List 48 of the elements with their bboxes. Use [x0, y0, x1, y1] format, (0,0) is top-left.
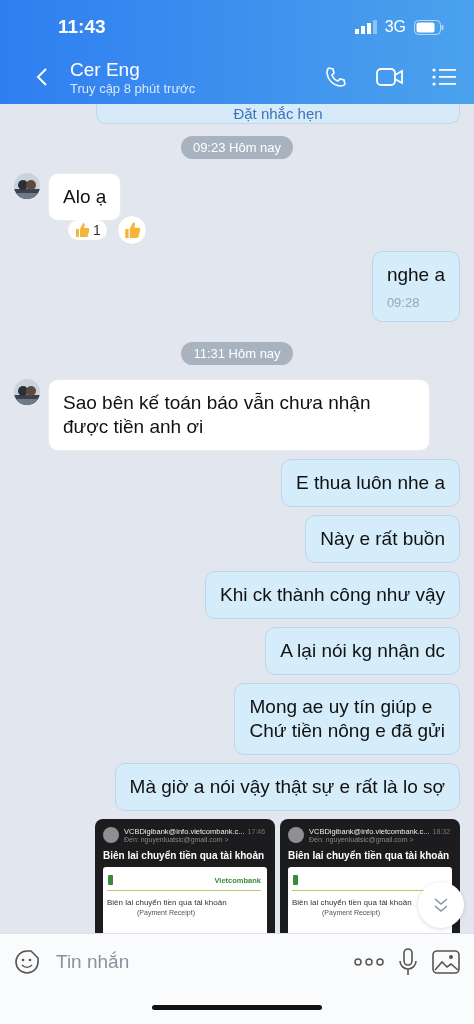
- microphone-icon[interactable]: [398, 948, 418, 976]
- message-text: Này e rất buồn: [320, 527, 445, 551]
- avatar-icon: [103, 827, 119, 843]
- call-button[interactable]: [324, 65, 348, 89]
- message-text: Alo ạ: [63, 185, 107, 209]
- message-text: A lại nói kg nhận dc: [280, 639, 445, 663]
- avatar-icon: [288, 827, 304, 843]
- receipt-title: Biên lai chuyển tiền qua tài khoản: [107, 898, 227, 907]
- message-text: E thua luôn nhe a: [296, 471, 445, 495]
- message-bubble[interactable]: A lại nói kg nhận dc: [265, 627, 460, 675]
- date-divider: 11:31 Hôm nay: [181, 342, 293, 365]
- back-button[interactable]: [36, 67, 48, 87]
- reminder-button[interactable]: Đặt nhắc hẹn: [96, 104, 460, 124]
- more-icon[interactable]: [354, 958, 384, 966]
- message-text: nghe a: [386, 263, 445, 287]
- image-icon[interactable]: [432, 950, 460, 974]
- contact-name: Cer Eng: [70, 58, 141, 81]
- message-bubble[interactable]: Này e rất buồn: [305, 515, 460, 563]
- message-bubble[interactable]: E thua luôn nhe a: [281, 459, 460, 507]
- sticker-icon[interactable]: [14, 949, 40, 975]
- message-text: Khi ck thành công như vậy: [219, 583, 445, 607]
- message-bubble[interactable]: Mà giờ a nói vậy thật sự e rất là lo sợ: [114, 763, 460, 811]
- email-title: Biên lai chuyển tiền qua tài khoản: [288, 850, 451, 861]
- reaction-chip[interactable]: 1: [68, 220, 107, 240]
- thumbs-up-icon: [122, 221, 141, 239]
- signal-icon: [354, 20, 377, 34]
- message-bubble[interactable]: Alo ạ: [48, 173, 122, 221]
- message-bubble[interactable]: nghe a 09:28: [371, 251, 460, 322]
- message-bubble[interactable]: Khi ck thành công như vậy: [204, 571, 460, 619]
- status-time: 11:43: [58, 16, 107, 38]
- message-bubble[interactable]: Mong ae uy tín giúp e Chứ tiền nông e đã gửi: [234, 683, 460, 755]
- network-type: 3G: [384, 18, 406, 36]
- menu-button[interactable]: [432, 67, 456, 87]
- receipt-title: Biên lai chuyển tiền qua tài khoản: [292, 898, 412, 907]
- chevrons-down-icon: [432, 896, 450, 914]
- email-title: Biên lai chuyển tiền qua tài khoản: [103, 850, 266, 861]
- video-call-button[interactable]: [376, 66, 404, 88]
- message-text: Sao bên kế toán báo vẫn chưa nhận được tiền anh ơi: [63, 391, 372, 439]
- message-bubble[interactable]: Sao bên kế toán báo vẫn chưa nhận được tiền anh ơi: [48, 379, 430, 451]
- last-seen: Truy cập 8 phút trước: [70, 80, 197, 96]
- battery-icon: [414, 19, 444, 35]
- message-text: Mong ae uy tín giúp e Chứ tiền nông e đã gửi: [249, 695, 445, 743]
- date-divider: 09:23 Hôm nay: [180, 136, 294, 159]
- message-text: Mà giờ a nói vậy thật sự e rất là lo sợ: [129, 775, 445, 799]
- message-composer[interactable]: Tin nhắn: [0, 933, 474, 990]
- reaction-count: 1: [93, 222, 101, 238]
- message-time: 09:28: [386, 295, 421, 310]
- thumbs-up-icon: [74, 222, 90, 238]
